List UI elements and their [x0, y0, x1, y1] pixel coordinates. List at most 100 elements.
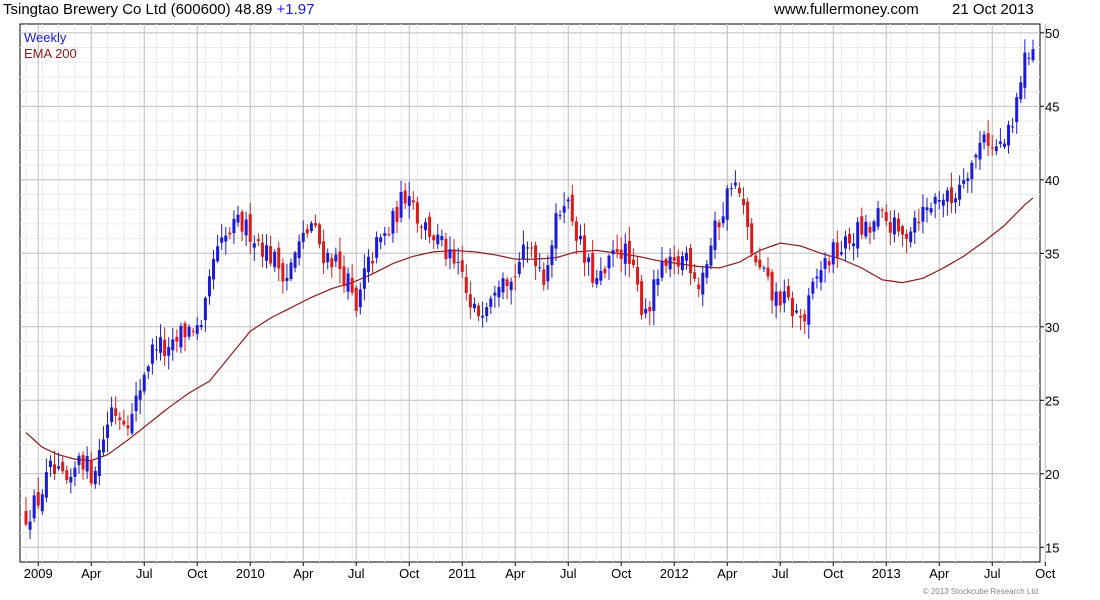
candle-body [293, 252, 297, 268]
candle-body [456, 261, 460, 263]
candle-body [330, 258, 334, 268]
candle-body [232, 218, 236, 234]
candle-body [868, 226, 872, 233]
candle-body [517, 261, 521, 274]
x-tick-label: Jul [560, 566, 577, 581]
candle-body [648, 306, 652, 312]
candle-body [892, 217, 896, 235]
candle-body [1019, 82, 1023, 100]
candle-body [313, 223, 317, 226]
candle-body [65, 470, 69, 481]
candle-body [570, 194, 574, 222]
candle-body [57, 466, 61, 469]
candle-body [277, 247, 281, 269]
candle-body [146, 366, 150, 372]
x-tick-label: 2011 [448, 566, 476, 581]
candle-body [636, 266, 640, 285]
candle-body [807, 295, 811, 325]
candle-body [183, 323, 187, 338]
candle-body [676, 256, 680, 267]
candle-body [611, 250, 615, 255]
candle-body [994, 146, 998, 152]
candle-body [509, 281, 513, 291]
candle-body [905, 233, 909, 239]
candle-body [538, 267, 542, 269]
candle-body [1031, 49, 1035, 61]
candle-body [627, 240, 631, 264]
candle-body [424, 222, 428, 231]
candle-body [937, 200, 941, 202]
candle-body [163, 339, 167, 356]
candle-body [216, 246, 220, 262]
x-tick-label: Apr [717, 566, 738, 581]
candle-body [338, 251, 342, 270]
candle-body [191, 330, 195, 332]
candle-body [546, 265, 550, 282]
candle-body [415, 202, 419, 224]
candle-body [860, 216, 864, 235]
candle-body [93, 471, 97, 485]
candle-body [493, 292, 497, 296]
candle-body [260, 242, 264, 257]
candle-body [852, 243, 856, 247]
legend-ema-200: EMA 200 [24, 46, 77, 61]
candle-body [387, 234, 391, 236]
candle-body [856, 222, 860, 249]
candle-body [619, 249, 623, 259]
candle-body [220, 237, 224, 243]
candle-body [106, 424, 110, 438]
candle-body [786, 286, 790, 298]
candle-body [195, 325, 199, 334]
candle-body [118, 417, 122, 421]
candle-body [693, 272, 697, 279]
candle-body [318, 224, 322, 245]
x-tick-label: 2012 [660, 566, 689, 581]
candle-body [525, 247, 529, 249]
candle-body [705, 264, 709, 278]
candle-body [583, 235, 587, 263]
candle-body [668, 256, 672, 270]
x-tick-label: Oct [187, 566, 208, 581]
candle-body [383, 233, 387, 236]
y-tick-label: 25 [1045, 393, 1059, 408]
candle-body [171, 339, 175, 351]
candle-body [562, 206, 566, 213]
candle-body [273, 251, 277, 268]
candle-body [228, 232, 232, 235]
x-tick-label: Jul [136, 566, 153, 581]
copyright-text: © 2013 Stockcube Research Ltd [923, 587, 1038, 596]
candle-body [24, 511, 28, 525]
candle-body [69, 476, 73, 483]
candle-body [554, 213, 558, 249]
candle-body [766, 267, 770, 277]
candle-body [550, 245, 554, 266]
candle-body [154, 349, 158, 351]
candle-body [432, 235, 436, 241]
candle-body [497, 287, 501, 298]
candle-body [326, 252, 330, 263]
candle-body [346, 273, 350, 292]
candle-body [464, 277, 468, 293]
candle-body [774, 291, 778, 306]
legend-weekly: Weekly [24, 30, 67, 45]
candle-body [954, 198, 958, 203]
candle-body [81, 455, 85, 470]
candle-body [615, 249, 619, 253]
candle-body [534, 245, 538, 267]
candle-body [913, 217, 917, 233]
candle-body [36, 491, 40, 506]
candle-body [391, 210, 395, 234]
candle-body [819, 270, 823, 283]
candle-body [407, 196, 411, 206]
x-tick-label: Jul [348, 566, 365, 581]
candle-body [750, 223, 754, 254]
candle-body [159, 337, 163, 353]
candle-body [998, 141, 1002, 144]
candle-body [742, 198, 746, 206]
candle-body [179, 325, 183, 348]
candle-body [44, 472, 48, 498]
x-tick-label: Oct [823, 566, 844, 581]
candle-body [717, 222, 721, 228]
candle-body [660, 260, 664, 278]
candle-body [595, 278, 599, 285]
